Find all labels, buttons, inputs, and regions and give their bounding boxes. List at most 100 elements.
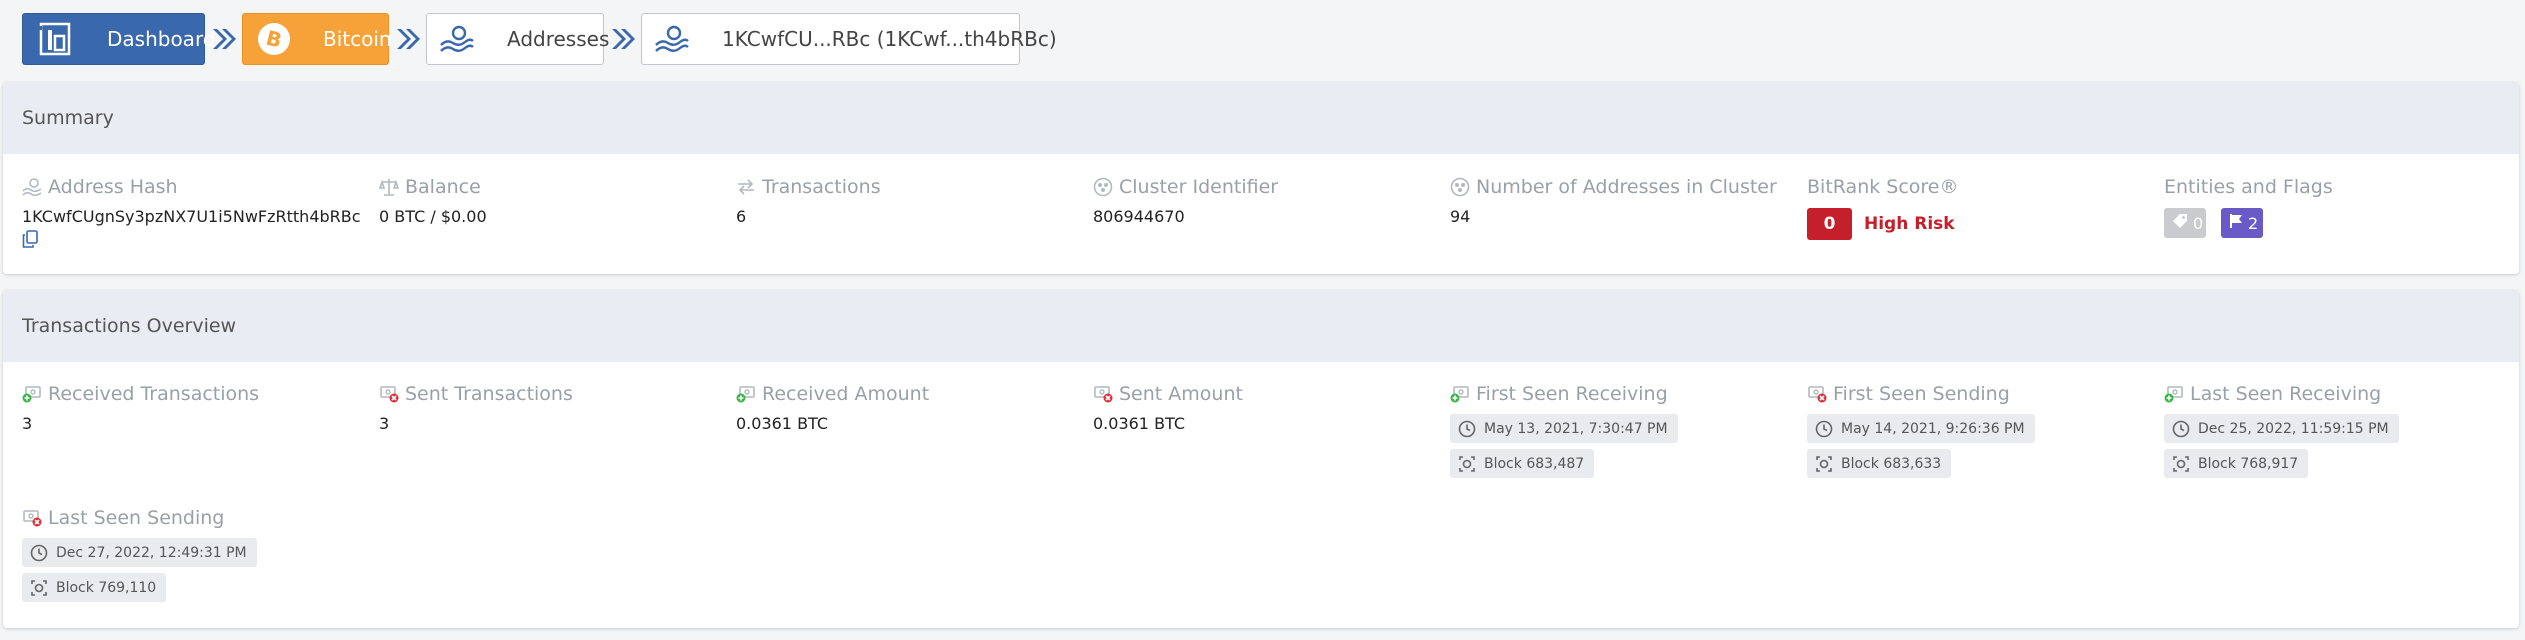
breadcrumb-addresses-label: Addresses xyxy=(507,27,610,51)
cluster-identifier-label: Cluster Identifier xyxy=(1119,176,1279,198)
block-icon xyxy=(30,579,48,597)
cluster-identifier-field: Cluster Identifier 806944670 xyxy=(1093,176,1278,226)
first-seen-sending-block-text: Block 683,633 xyxy=(1841,455,1942,472)
address-icon xyxy=(22,177,42,197)
block-icon xyxy=(1458,455,1476,473)
summary-panel: Summary Address Hash 1KCwfCUgnSy3pzNX7U1… xyxy=(3,82,2519,274)
transactions-overview-title: Transactions Overview xyxy=(3,290,2519,362)
entities-count: 0 xyxy=(2193,213,2204,233)
first-seen-receiving-time-text: May 13, 2021, 7:30:47 PM xyxy=(1484,420,1668,437)
chevron-double-right-icon xyxy=(205,13,242,65)
entities-flags-field: Entities and Flags 0 2 xyxy=(2164,176,2333,238)
transactions-label: Transactions xyxy=(762,176,881,198)
received-amount-label: Received Amount xyxy=(762,383,930,405)
sent-transactions-field: Sent Transactions 3 xyxy=(379,383,573,433)
last-seen-receiving-field: Last Seen Receiving Dec 25, 2022, 11:59:… xyxy=(2164,383,2399,478)
balance-label: Balance xyxy=(405,176,481,198)
breadcrumb-dashboard[interactable]: Dashboard xyxy=(22,13,216,65)
first-seen-sending-time-text: May 14, 2021, 9:26:36 PM xyxy=(1841,420,2025,437)
dashboard-icon xyxy=(39,22,71,56)
sent-transactions-label: Sent Transactions xyxy=(405,383,573,405)
send-icon xyxy=(1807,384,1827,404)
last-seen-receiving-label: Last Seen Receiving xyxy=(2190,383,2382,405)
entities-flags-label: Entities and Flags xyxy=(2164,176,2333,198)
transactions-icon xyxy=(736,177,756,197)
first-seen-sending-label: First Seen Sending xyxy=(1833,383,2010,405)
balance-field: Balance 0 BTC / $0.00 xyxy=(379,176,487,226)
bitcoin-icon: B xyxy=(257,22,291,56)
risk-indicator: 0 High Risk xyxy=(1807,208,1959,240)
address-icon xyxy=(654,25,690,53)
breadcrumb-dashboard-label: Dashboard xyxy=(107,27,216,51)
addresses-in-cluster-value: 94 xyxy=(1450,207,1471,226)
flags-count: 2 xyxy=(2248,213,2259,233)
receive-icon xyxy=(22,384,42,404)
first-seen-receiving-time: May 13, 2021, 7:30:47 PM xyxy=(1450,414,1678,443)
cluster-icon xyxy=(1093,177,1113,197)
scale-icon xyxy=(379,177,399,197)
last-seen-receiving-block-text: Block 768,917 xyxy=(2198,455,2299,472)
first-seen-sending-time: May 14, 2021, 9:26:36 PM xyxy=(1807,414,2035,443)
tag-icon xyxy=(2172,213,2188,233)
addresses-in-cluster-field: Number of Addresses in Cluster 94 xyxy=(1450,176,1777,226)
cluster-icon xyxy=(1450,177,1470,197)
breadcrumb-current-address[interactable]: 1KCwfCU...RBc (1KCwf...th4bRBc) xyxy=(641,13,1057,65)
chevron-double-right-icon xyxy=(389,13,426,65)
send-icon xyxy=(1093,384,1113,404)
clock-icon xyxy=(1815,420,1833,438)
copy-icon[interactable] xyxy=(22,230,38,248)
first-seen-receiving-block[interactable]: Block 683,487 xyxy=(1450,449,1595,478)
transactions-overview-panel: Transactions Overview Received Transacti… xyxy=(3,290,2519,628)
block-icon xyxy=(2172,455,2190,473)
entities-badge[interactable]: 0 xyxy=(2164,208,2206,238)
clock-icon xyxy=(30,544,48,562)
bitrank-score-badge: 0 xyxy=(1807,208,1852,240)
send-icon xyxy=(22,508,42,528)
first-seen-sending-block[interactable]: Block 683,633 xyxy=(1807,449,1952,478)
received-amount-value: 0.0361 BTC xyxy=(736,414,829,433)
breadcrumb-addresses[interactable]: Addresses xyxy=(426,13,609,65)
received-transactions-field: Received Transactions 3 xyxy=(22,383,259,433)
address-hash-label: Address Hash xyxy=(48,176,178,198)
last-seen-sending-label: Last Seen Sending xyxy=(48,507,225,529)
received-transactions-value: 3 xyxy=(22,414,33,433)
flag-icon xyxy=(2229,213,2243,233)
last-seen-sending-block-text: Block 769,110 xyxy=(56,579,157,596)
cluster-identifier-value: 806944670 xyxy=(1093,207,1185,226)
received-amount-field: Received Amount 0.0361 BTC xyxy=(736,383,929,433)
last-seen-receiving-time-text: Dec 25, 2022, 11:59:15 PM xyxy=(2198,420,2389,437)
clock-icon xyxy=(1458,420,1476,438)
transactions-field: Transactions 6 xyxy=(736,176,881,226)
first-seen-receiving-label: First Seen Receiving xyxy=(1476,383,1668,405)
last-seen-receiving-block[interactable]: Block 768,917 xyxy=(2164,449,2309,478)
receive-icon xyxy=(1450,384,1470,404)
chevron-double-right-icon xyxy=(604,13,641,65)
risk-level-label: High Risk xyxy=(1864,214,1955,234)
last-seen-sending-field: Last Seen Sending Dec 27, 2022, 12:49:31… xyxy=(22,507,257,602)
breadcrumb-current-address-label: 1KCwfCU...RBc (1KCwf...th4bRBc) xyxy=(722,27,1057,51)
last-seen-sending-block[interactable]: Block 769,110 xyxy=(22,573,167,602)
summary-title: Summary xyxy=(3,82,2519,154)
block-icon xyxy=(1815,455,1833,473)
clock-icon xyxy=(2172,420,2190,438)
address-hash-value: 1KCwfCUgnSy3pzNX7U1i5NwFzRtth4bRBc xyxy=(22,207,361,226)
last-seen-receiving-time: Dec 25, 2022, 11:59:15 PM xyxy=(2164,414,2399,443)
sent-amount-label: Sent Amount xyxy=(1119,383,1243,405)
first-seen-sending-field: First Seen Sending May 14, 2021, 9:26:36… xyxy=(1807,383,2035,478)
bitrank-field: BitRank Score® 0 High Risk xyxy=(1807,176,1959,240)
breadcrumb-bitcoin-label: Bitcoin xyxy=(323,27,392,51)
addresses-in-cluster-label: Number of Addresses in Cluster xyxy=(1476,176,1777,198)
sent-amount-field: Sent Amount 0.0361 BTC xyxy=(1093,383,1243,433)
sent-transactions-value: 3 xyxy=(379,414,390,433)
received-transactions-label: Received Transactions xyxy=(48,383,260,405)
address-hash-field: Address Hash 1KCwfCUgnSy3pzNX7U1i5NwFzRt… xyxy=(22,176,361,248)
bitrank-label: BitRank Score® xyxy=(1807,176,1959,198)
transactions-value: 6 xyxy=(736,207,747,226)
first-seen-receiving-field: First Seen Receiving May 13, 2021, 7:30:… xyxy=(1450,383,1678,478)
breadcrumb-bitcoin[interactable]: B Bitcoin xyxy=(242,13,392,65)
first-seen-receiving-block-text: Block 683,487 xyxy=(1484,455,1585,472)
balance-value: 0 BTC / $0.00 xyxy=(379,207,487,226)
sent-amount-value: 0.0361 BTC xyxy=(1093,414,1186,433)
flags-badge[interactable]: 2 xyxy=(2221,208,2263,238)
breadcrumb: Dashboard B Bitcoin Addresses 1KCwfCU...… xyxy=(22,13,1057,65)
